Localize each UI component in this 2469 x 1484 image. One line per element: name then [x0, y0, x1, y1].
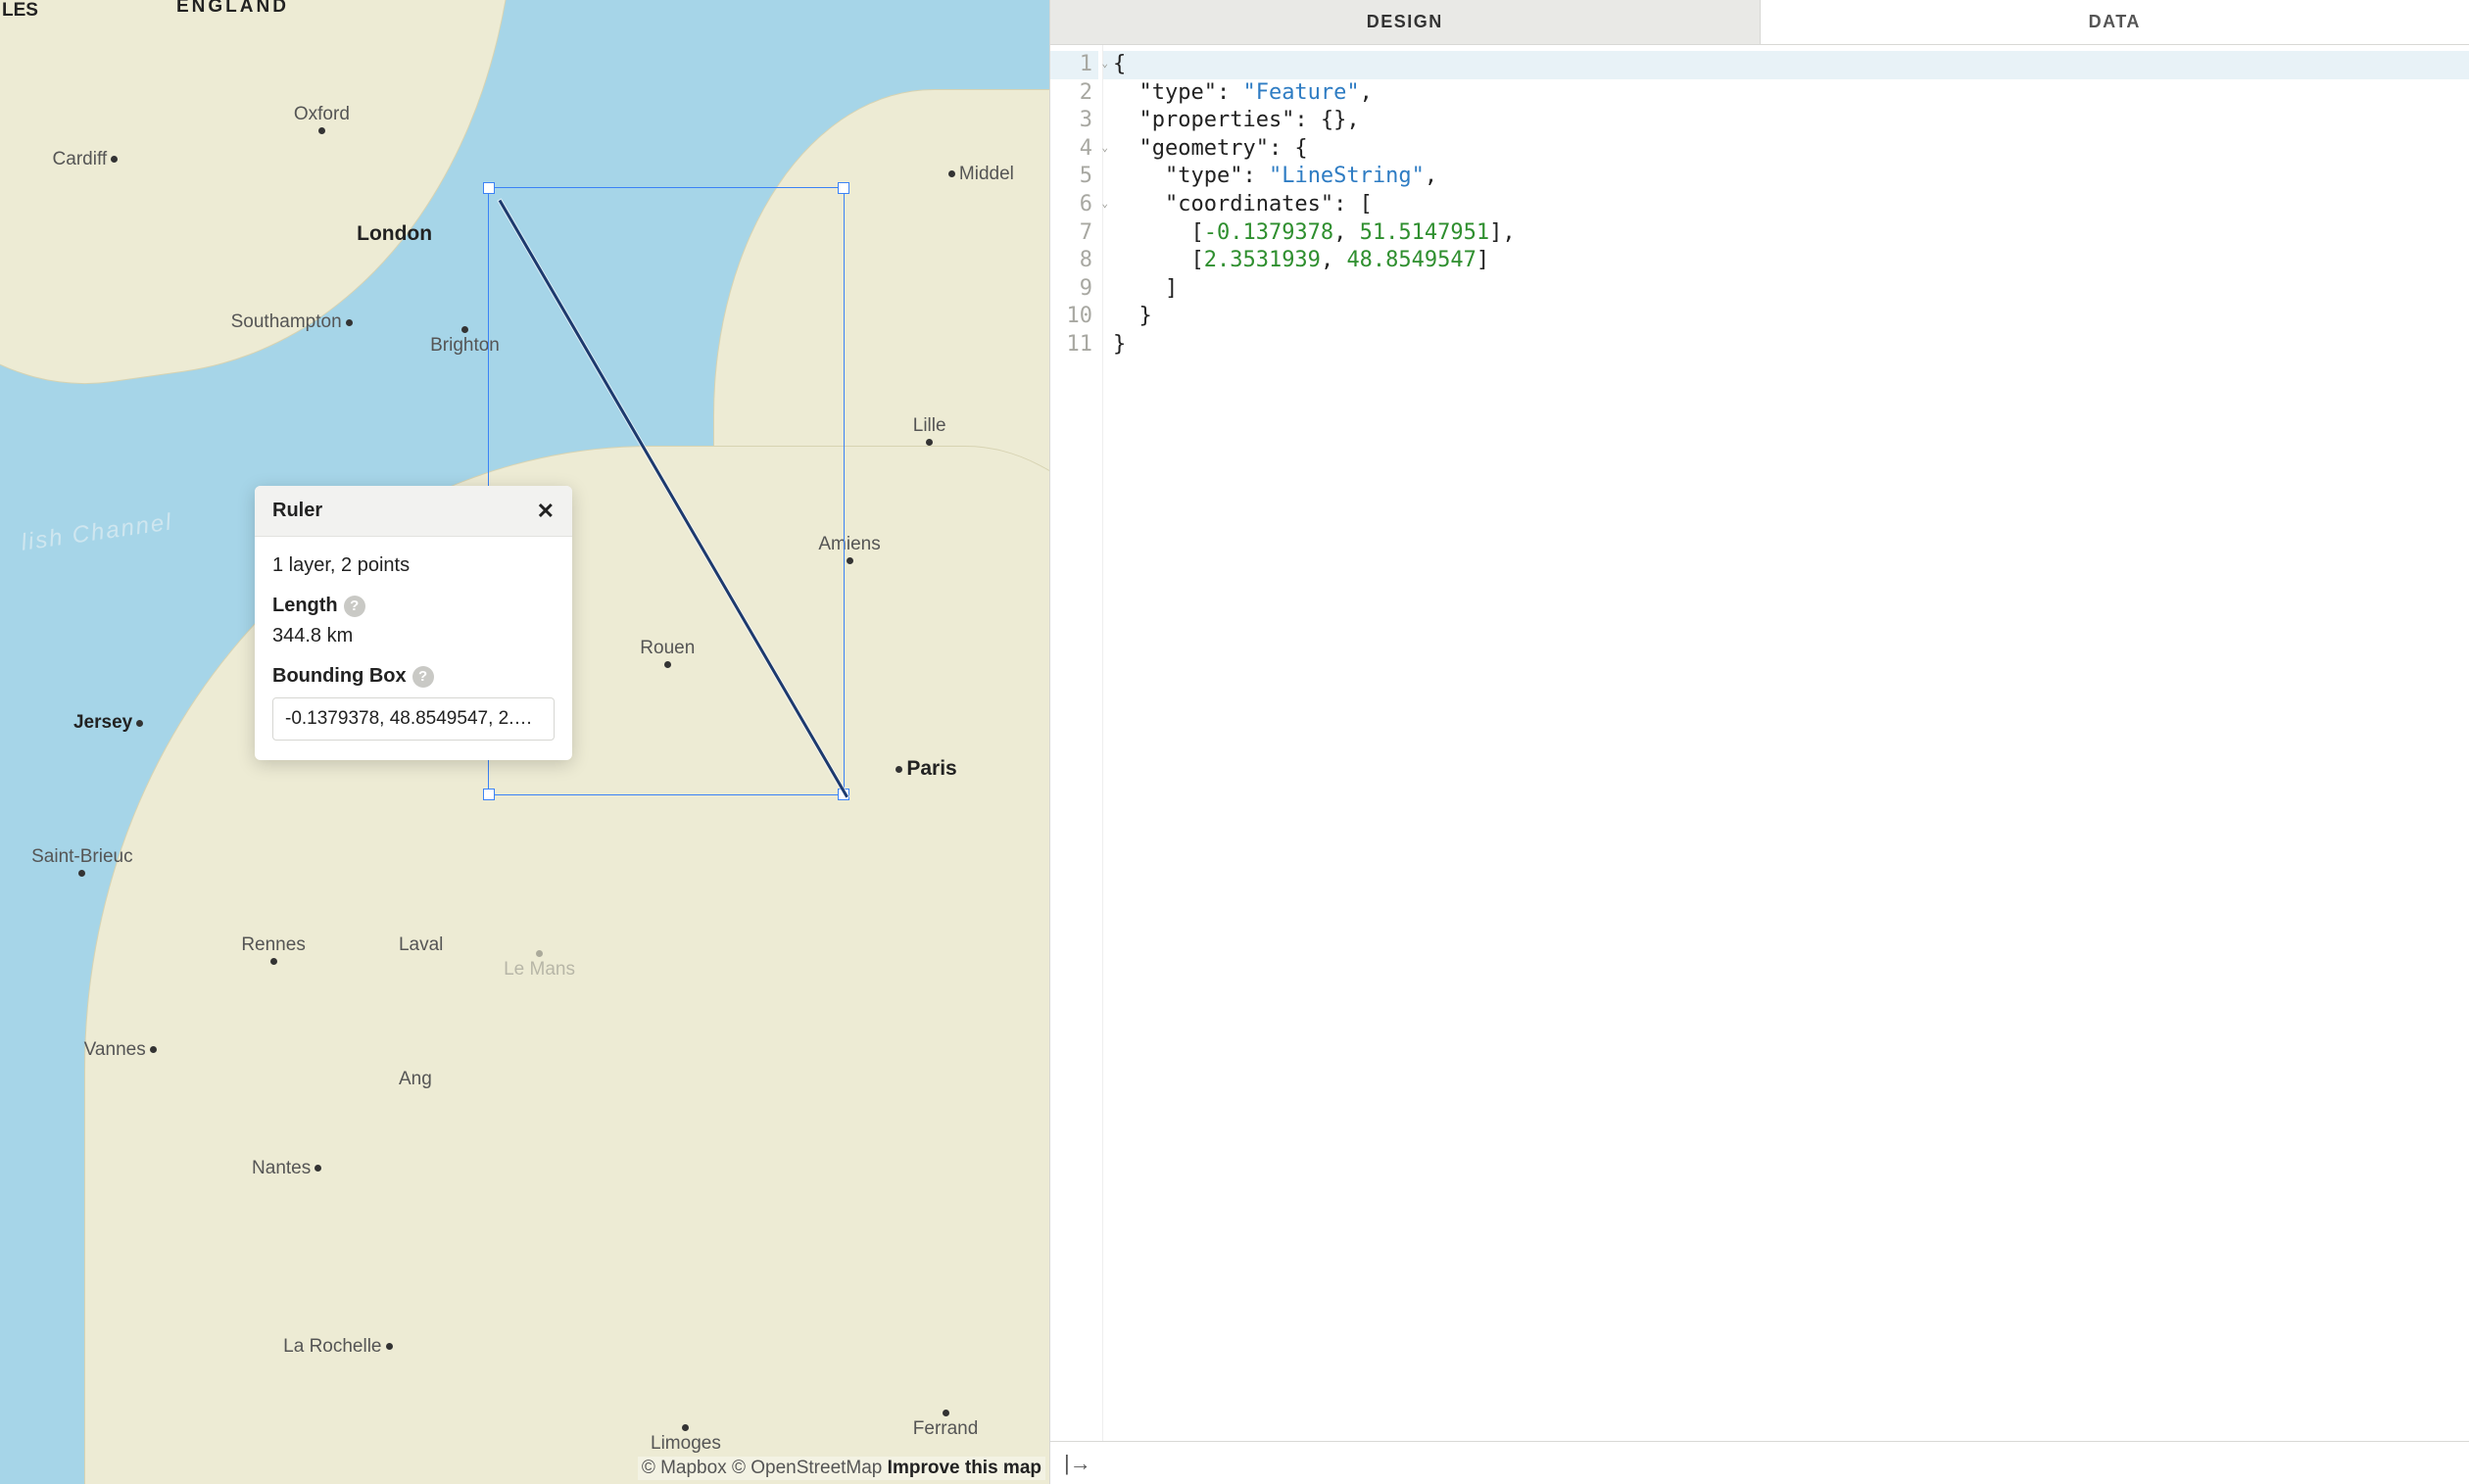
- tab-design[interactable]: DESIGN: [1050, 0, 1761, 44]
- city-vannes: Vannes: [84, 1039, 161, 1061]
- ruler-popup: Ruler ✕ 1 layer, 2 points Length ? 344.8…: [255, 486, 572, 760]
- city-rennes: Rennes: [241, 934, 306, 965]
- help-icon[interactable]: ?: [344, 596, 365, 617]
- city-lille: Lille: [913, 415, 946, 446]
- ruler-length-label: Length: [272, 595, 338, 617]
- city-larochelle: La Rochelle: [283, 1336, 396, 1358]
- city-oxford: Oxford: [294, 104, 350, 134]
- country-label-wales: LES: [2, 0, 38, 22]
- code-body[interactable]: { "type": "Feature", "properties": {}, "…: [1103, 45, 2469, 1441]
- editor-tabs: DESIGN DATA: [1050, 0, 2469, 45]
- attribution-osm[interactable]: © OpenStreetMap: [732, 1458, 882, 1478]
- attribution-mapbox[interactable]: © Mapbox: [642, 1458, 727, 1478]
- ruler-summary: 1 layer, 2 points: [272, 554, 555, 577]
- city-london: London: [357, 222, 432, 246]
- bbox-handle-nw[interactable]: [483, 182, 495, 194]
- city-southampton: Southampton: [231, 311, 357, 333]
- city-ang: Ang: [399, 1069, 432, 1090]
- map-pane[interactable]: LES ENGLAND lish Channel Cardiff Oxford Lo…: [0, 0, 1049, 1484]
- city-stbrieuc: Saint-Brieuc: [31, 846, 133, 877]
- code-gutter: 1⌄234⌄56⌄7891011: [1050, 45, 1103, 1441]
- close-icon[interactable]: ✕: [537, 501, 555, 522]
- city-nantes: Nantes: [252, 1158, 325, 1179]
- code-editor[interactable]: 1⌄234⌄56⌄7891011 { "type": "Feature", "p…: [1050, 45, 2469, 1441]
- indent-icon[interactable]: |→: [1064, 1451, 1091, 1476]
- sea-label-channel: lish Channel: [20, 509, 174, 557]
- city-laval: Laval: [399, 934, 443, 956]
- city-lemans: Le Mans: [504, 950, 575, 981]
- tab-data[interactable]: DATA: [1761, 0, 2469, 44]
- city-ferrand: Ferrand: [913, 1410, 979, 1440]
- bbox-handle-sw[interactable]: [483, 789, 495, 800]
- ruler-bbox-label: Bounding Box: [272, 665, 407, 688]
- city-jersey: Jersey: [73, 712, 147, 734]
- attribution-improve[interactable]: Improve this map: [888, 1458, 1041, 1478]
- ruler-title: Ruler: [272, 500, 322, 522]
- map-attribution: © Mapbox © OpenStreetMap Improve this ma…: [638, 1457, 1045, 1480]
- city-cardiff: Cardiff: [53, 149, 122, 170]
- city-paris: Paris: [892, 757, 956, 781]
- editor-pane: DESIGN DATA 1⌄234⌄56⌄7891011 { "type": "…: [1049, 0, 2469, 1484]
- country-label-england: ENGLAND: [176, 0, 289, 18]
- city-middel: Middel: [944, 164, 1014, 185]
- bbox-handle-ne[interactable]: [838, 182, 849, 194]
- ruler-length-value: 344.8 km: [272, 625, 555, 647]
- ruler-bbox-input[interactable]: [272, 697, 555, 741]
- help-icon[interactable]: ?: [412, 666, 434, 688]
- city-limoges: Limoges: [651, 1424, 721, 1455]
- editor-footer: |→: [1050, 1441, 2469, 1484]
